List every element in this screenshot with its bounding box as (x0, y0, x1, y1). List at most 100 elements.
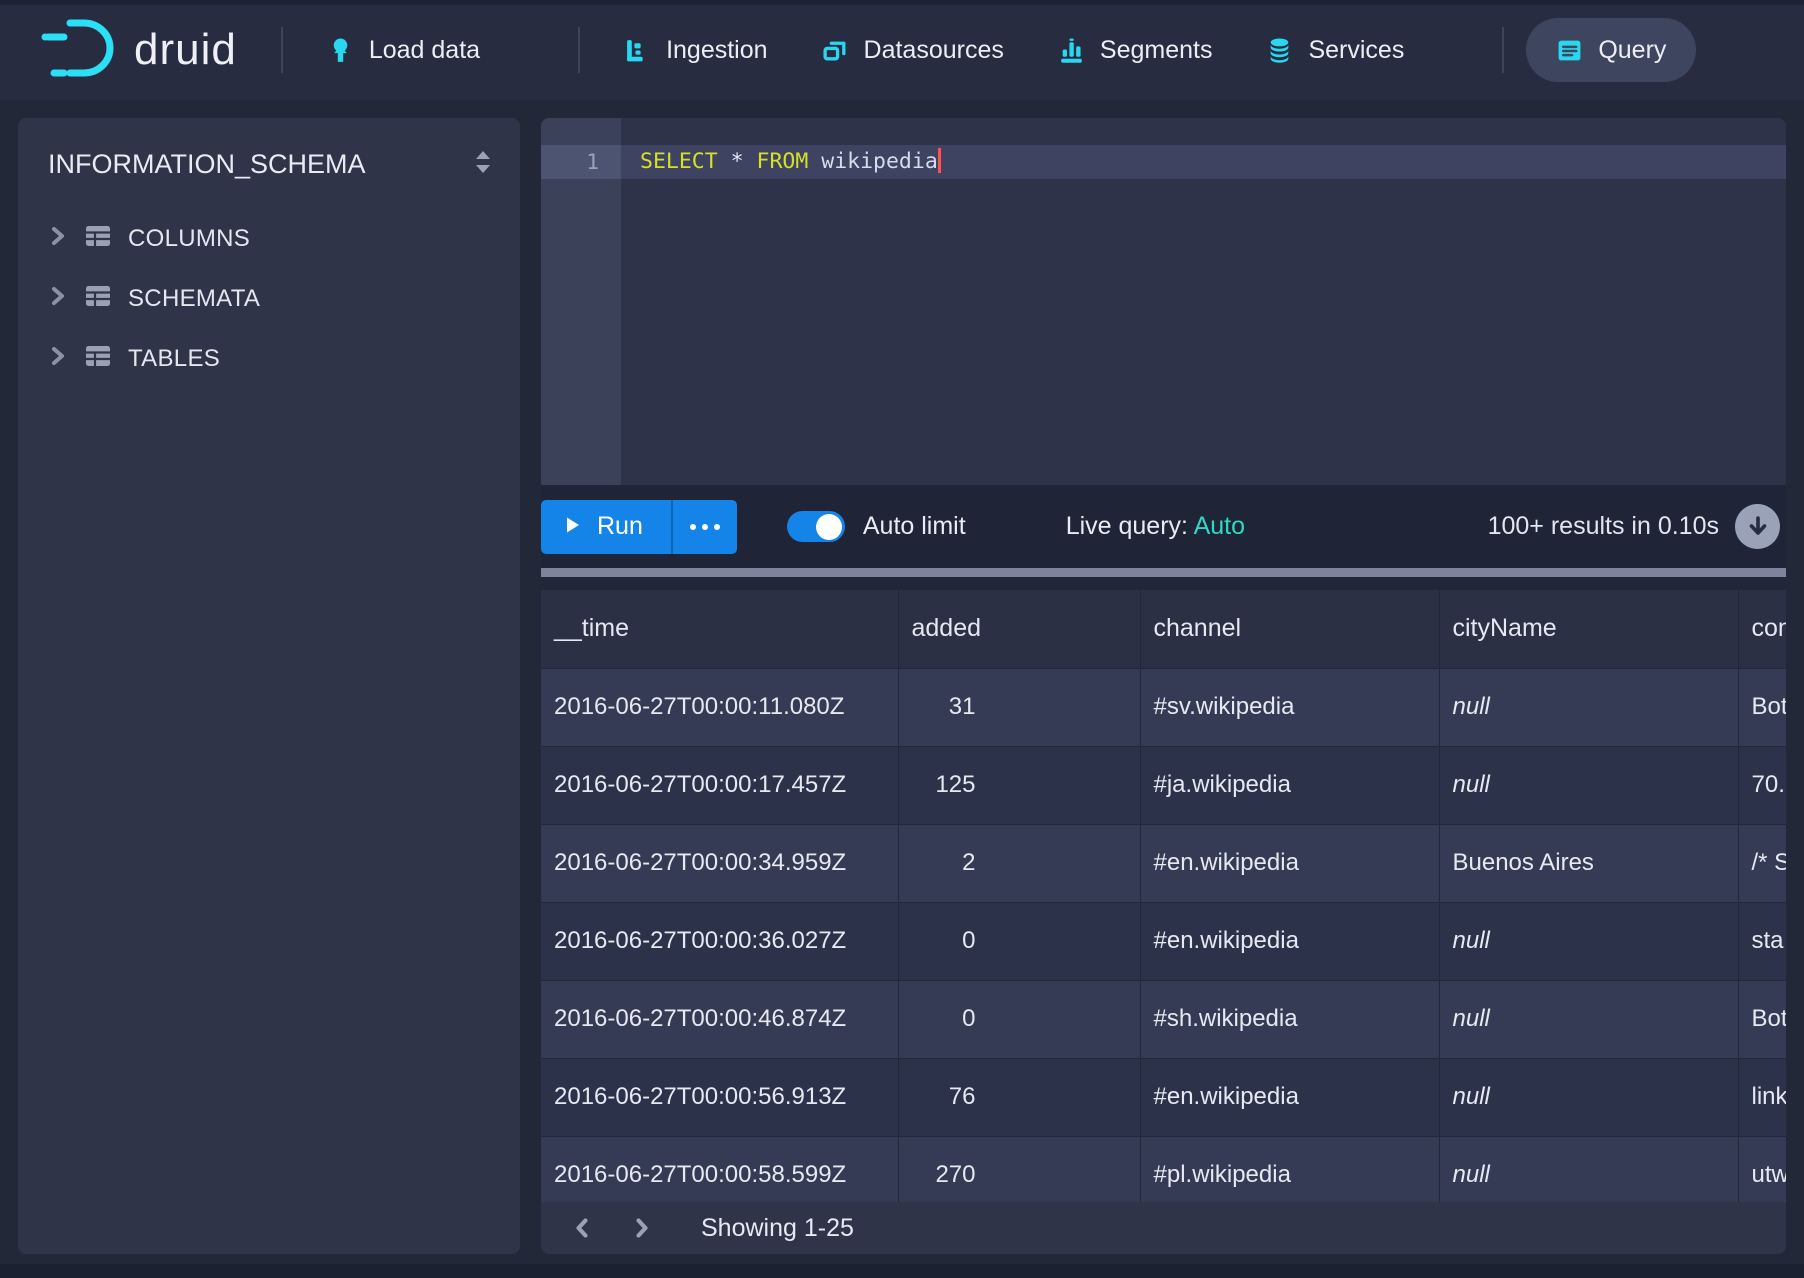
table-cell[interactable]: 70. (1738, 746, 1786, 824)
table-cell[interactable]: 2016-06-27T00:00:17.457Z (541, 746, 898, 824)
datasources-icon (822, 37, 849, 64)
table-cell[interactable]: null (1439, 1058, 1738, 1136)
results-table-head: __timeaddedchannelcityNamecomment (541, 590, 1786, 668)
more-dots-icon (714, 524, 720, 530)
table-cell[interactable]: #sv.wikipedia (1140, 668, 1439, 746)
sql-editor[interactable]: 1 SELECT * FROM wikipedia (541, 118, 1786, 485)
window-top-edge (0, 0, 1804, 5)
services-icon (1266, 37, 1293, 64)
more-dots-icon (690, 524, 696, 530)
nav-item-label: Services (1308, 36, 1404, 65)
table-cell[interactable]: null (1439, 746, 1738, 824)
table-cell[interactable]: link (1738, 1058, 1786, 1136)
editor-results-splitter[interactable] (541, 568, 1786, 577)
table-cell[interactable]: #en.wikipedia (1140, 1058, 1439, 1136)
table-row: 2016-06-27T00:00:56.913Z76#en.wikipedian… (541, 1058, 1786, 1136)
showing-label: Showing 1-25 (701, 1214, 854, 1243)
run-more-button[interactable] (673, 500, 737, 554)
chevron-right-icon (48, 225, 68, 254)
query-workpanel: 1 SELECT * FROM wikipedia Run Auto limit… (541, 118, 1786, 1254)
table-cell[interactable]: 2016-06-27T00:00:36.027Z (541, 902, 898, 980)
table-grid-icon (85, 344, 111, 375)
table-cell[interactable]: #sh.wikipedia (1140, 980, 1439, 1058)
column-header--time[interactable]: __time (541, 590, 898, 668)
results-area: __timeaddedchannelcityNamecomment 2016-0… (541, 577, 1786, 1254)
sql-identifier: wikipedia (821, 149, 938, 174)
chevron-right-icon (48, 345, 68, 374)
ingestion-icon (624, 37, 651, 64)
table-row: 2016-06-27T00:00:11.080Z31#sv.wikipedian… (541, 668, 1786, 746)
table-cell[interactable]: /* S (1738, 824, 1786, 902)
table-cell[interactable]: 31 (898, 668, 1140, 746)
schema-selector[interactable]: INFORMATION_SCHEMA (18, 118, 520, 181)
nav-item-segments[interactable]: Segments (1058, 36, 1213, 65)
table-cell[interactable]: Buenos Aires (1439, 824, 1738, 902)
table-cell[interactable]: Bot (1738, 668, 1786, 746)
table-cell[interactable]: 76 (898, 1058, 1140, 1136)
next-page-button[interactable] (619, 1205, 665, 1251)
tree-item-schemata[interactable]: SCHEMATA (18, 269, 520, 329)
table-cell[interactable]: null (1439, 668, 1738, 746)
table-grid-icon (85, 284, 111, 315)
nav-item-datasources[interactable]: Datasources (822, 36, 1004, 65)
table-cell[interactable]: #en.wikipedia (1140, 824, 1439, 902)
prev-page-button[interactable] (559, 1205, 605, 1251)
table-cell[interactable]: null (1439, 980, 1738, 1058)
nav-item-label: Segments (1100, 36, 1213, 65)
tree-item-label: TABLES (128, 345, 220, 373)
druid-logo[interactable]: druid (40, 15, 237, 86)
table-cell[interactable]: 125 (898, 746, 1140, 824)
text-cursor (938, 148, 941, 173)
nav-divider (578, 27, 580, 73)
table-cell[interactable]: 2 (898, 824, 1140, 902)
live-query-value[interactable]: Auto (1194, 512, 1245, 540)
column-header-added[interactable]: added (898, 590, 1140, 668)
tree-item-label: SCHEMATA (128, 285, 260, 313)
schema-sidebar: INFORMATION_SCHEMA COLUMNS (18, 118, 520, 1254)
column-header-cityName[interactable]: cityName (1439, 590, 1738, 668)
table-cell[interactable]: Bot (1738, 980, 1786, 1058)
download-results-button[interactable] (1735, 504, 1780, 549)
logo-wordmark: druid (134, 25, 237, 75)
table-cell[interactable]: 2016-06-27T00:00:34.959Z (541, 824, 898, 902)
live-query-label: Live query: Auto (1066, 512, 1245, 541)
tree-item-tables[interactable]: TABLES (18, 329, 520, 389)
results-info: 100+ results in 0.10s (1488, 512, 1719, 541)
nav-item-query[interactable]: Query (1526, 18, 1696, 82)
auto-limit-label: Auto limit (863, 512, 966, 541)
nav-item-label: Datasources (864, 36, 1004, 65)
table-cell[interactable]: 0 (898, 902, 1140, 980)
table-cell[interactable]: 0 (898, 980, 1140, 1058)
table-row: 2016-06-27T00:00:34.959Z2#en.wikipediaBu… (541, 824, 1786, 902)
table-cell[interactable]: #en.wikipedia (1140, 902, 1439, 980)
nav-item-label: Load data (369, 36, 480, 65)
table-cell[interactable]: sta (1738, 902, 1786, 980)
nav-item-services[interactable]: Services (1266, 36, 1404, 65)
run-button-group: Run (541, 500, 737, 554)
column-header-comment[interactable]: comment (1738, 590, 1786, 668)
nav-item-load-data[interactable]: Load data (327, 36, 480, 65)
table-cell[interactable]: null (1439, 902, 1738, 980)
toggle-knob (816, 514, 842, 540)
window-bottom-edge (0, 1264, 1804, 1278)
segments-icon (1058, 37, 1085, 64)
load-data-icon (327, 37, 354, 64)
sql-text[interactable]: SELECT * FROM wikipedia (640, 145, 941, 179)
table-cell[interactable]: #ja.wikipedia (1140, 746, 1439, 824)
sql-keyword: FROM (757, 149, 809, 174)
query-toolbar: Run Auto limit Live query: Auto 100+ res… (541, 485, 1786, 568)
auto-limit-toggle[interactable] (787, 511, 845, 542)
column-header-channel[interactable]: channel (1140, 590, 1439, 668)
sql-keyword: SELECT (640, 149, 718, 174)
nav-item-label: Ingestion (666, 36, 767, 65)
play-icon (565, 512, 581, 541)
table-cell[interactable]: 2016-06-27T00:00:46.874Z (541, 980, 898, 1058)
run-button[interactable]: Run (541, 500, 673, 554)
table-row: 2016-06-27T00:00:36.027Z0#en.wikipedianu… (541, 902, 1786, 980)
table-cell[interactable]: 2016-06-27T00:00:11.080Z (541, 668, 898, 746)
tree-item-columns[interactable]: COLUMNS (18, 209, 520, 269)
results-footer: Showing 1-25 (541, 1202, 1786, 1254)
table-cell[interactable]: 2016-06-27T00:00:56.913Z (541, 1058, 898, 1136)
schema-title: INFORMATION_SCHEMA (48, 149, 366, 180)
nav-item-ingestion[interactable]: Ingestion (624, 36, 767, 65)
